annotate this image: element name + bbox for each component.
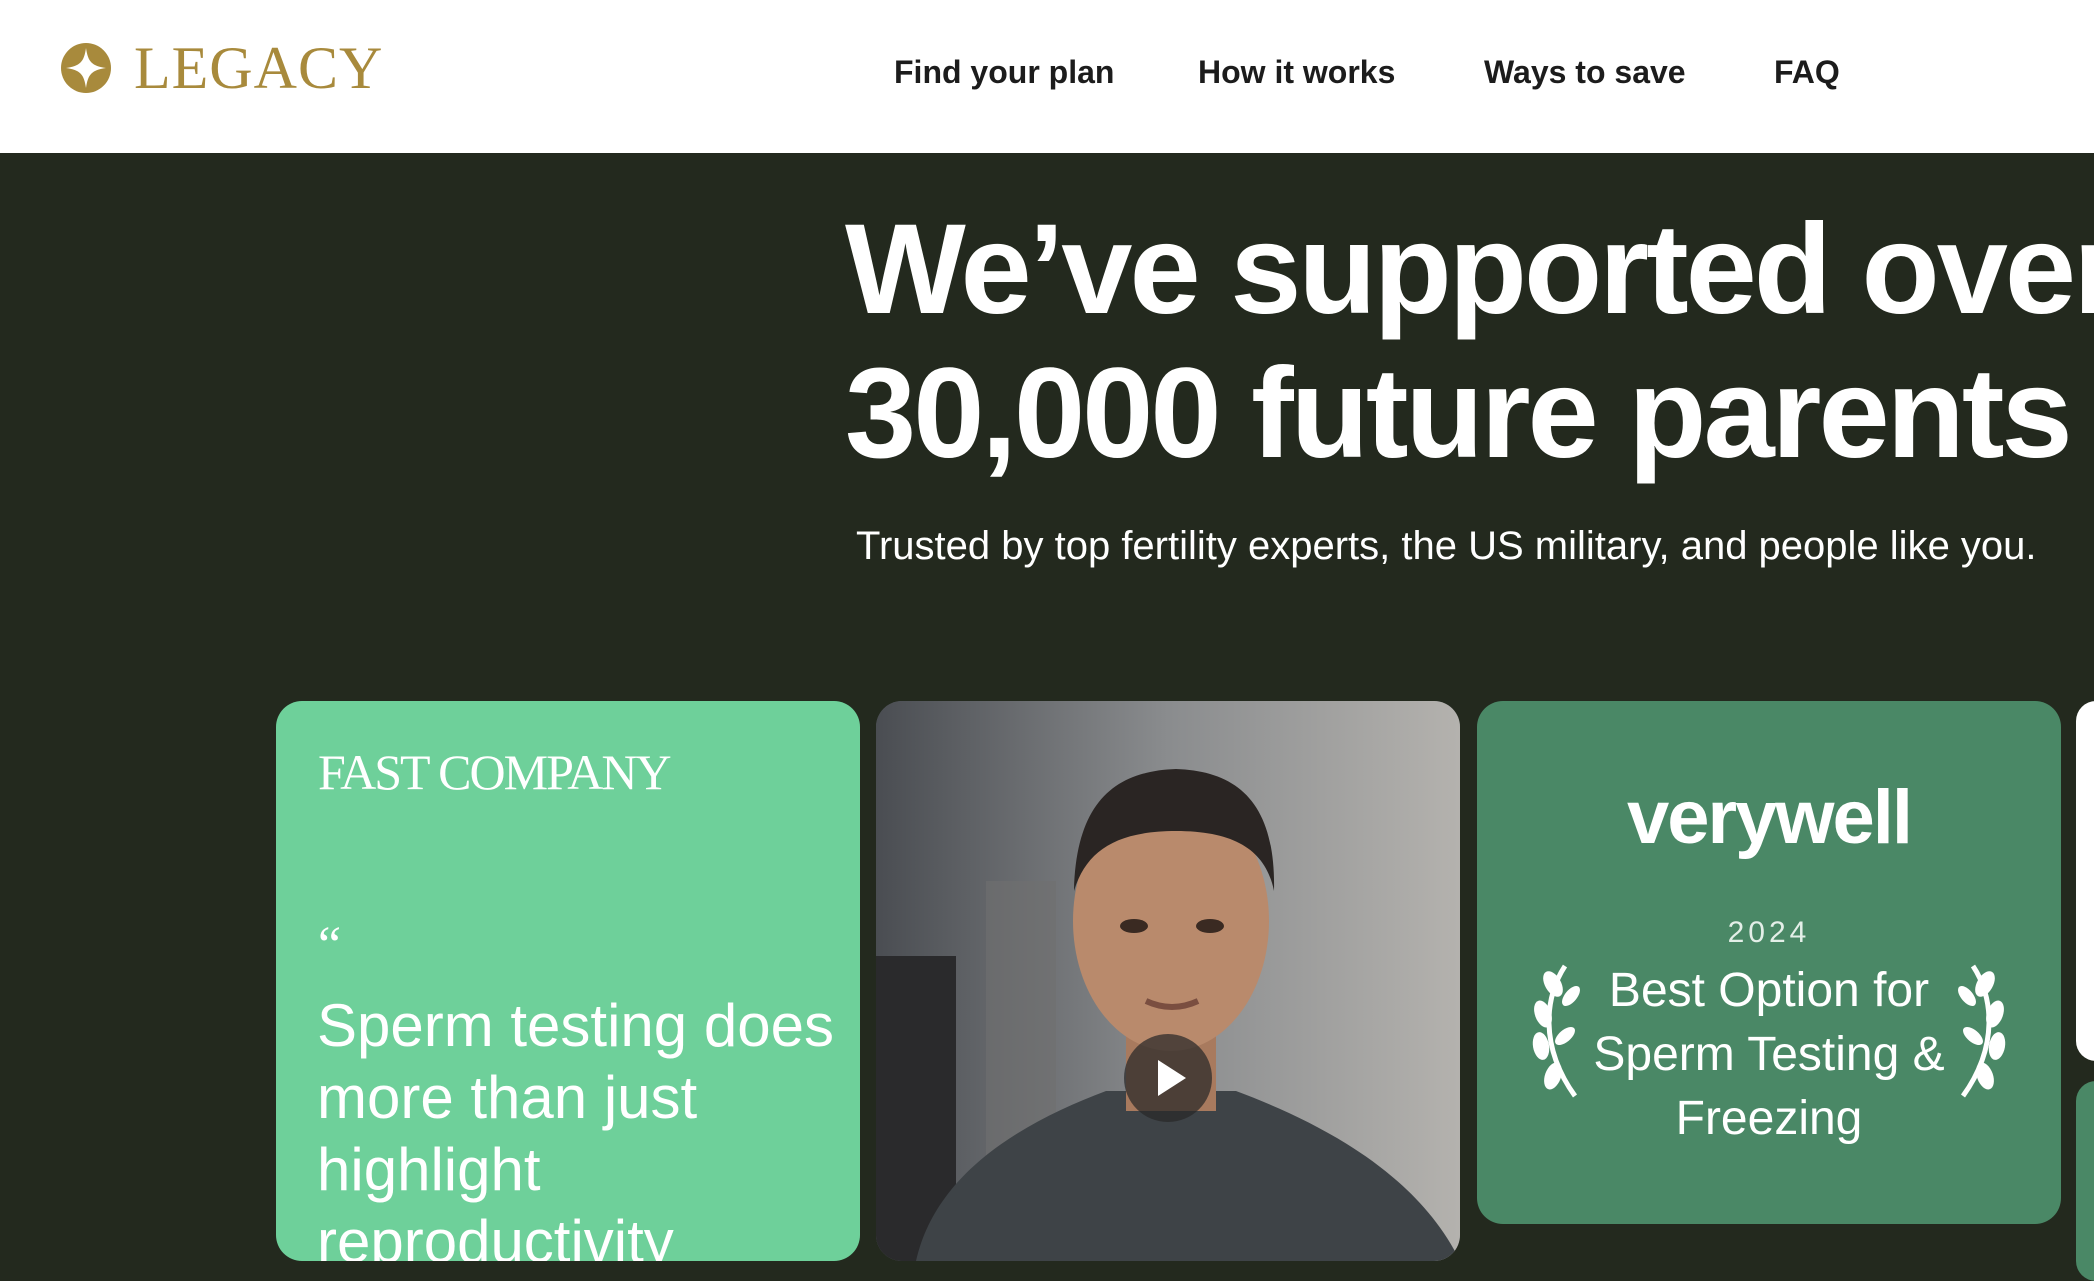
nav-find-your-plan[interactable]: Find your plan	[894, 50, 1114, 94]
verywell-logo: verywell	[1627, 775, 1913, 860]
hero-title-line-1: We’ve supported over	[845, 198, 2094, 341]
next-card-peek[interactable]	[2076, 701, 2094, 1061]
testimonial-video-card[interactable]	[876, 701, 1460, 1261]
nav-how-it-works[interactable]: How it works	[1198, 50, 1395, 94]
fast-company-logo: FAST COMPANY	[318, 744, 672, 800]
hero-subtitle: Trusted by top fertility experts, the US…	[856, 524, 2037, 568]
video-thumbnail	[876, 701, 1460, 1261]
next-card-peek-lower[interactable]	[2076, 1081, 2094, 1281]
hero-title-line-2: 30,000 future parents	[845, 342, 2073, 485]
nav-ways-to-save[interactable]: Ways to save	[1484, 50, 1686, 94]
laurel-right-icon	[1958, 964, 2006, 1098]
fast-company-press-card[interactable]: FAST COMPANY “ Sperm testing does more t…	[276, 701, 860, 1261]
nav-faq[interactable]: FAQ	[1774, 50, 1840, 94]
quote-mark-icon: “	[318, 917, 342, 974]
main-nav: Find your plan How it works Ways to save…	[0, 50, 2094, 94]
award-title: Best Option for Sperm Testing & Freezing	[1593, 964, 1945, 1145]
play-button[interactable]	[1124, 1034, 1212, 1122]
top-navigation-bar: LEGACY Find your plan How it works Ways …	[0, 0, 2094, 153]
verywell-award-card[interactable]: verywell 2024 Best Option for Sperm Test…	[1477, 701, 2061, 1224]
hero-title: We’ve supported over 30,000 future paren…	[845, 198, 2094, 486]
press-quote-text: Sperm testing does more than just highli…	[317, 992, 834, 1261]
award-year: 2024	[1727, 916, 1811, 949]
play-icon	[1158, 1060, 1186, 1096]
